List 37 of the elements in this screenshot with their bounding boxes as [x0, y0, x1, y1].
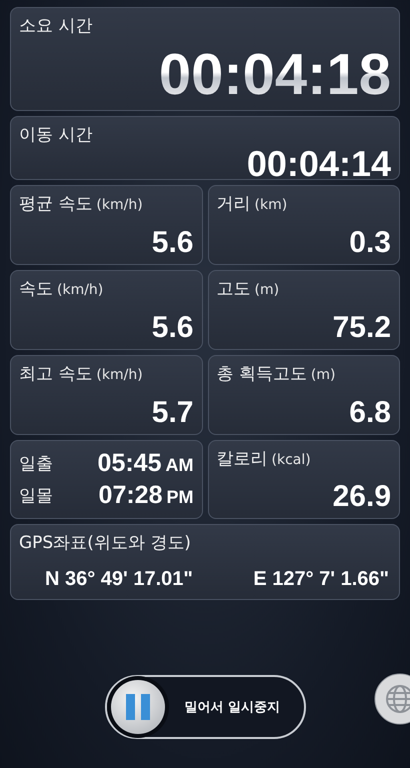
sun-label: 일출	[19, 452, 53, 475]
stat-value: 6.8	[348, 398, 391, 428]
stat-label: 이동 시간	[19, 124, 94, 146]
stat-label: 속도	[19, 278, 53, 300]
stat-label: 고도	[216, 278, 250, 300]
sun-time: 07:28	[98, 481, 162, 510]
stat-value: 5.7	[150, 398, 194, 428]
stat-label: 소요 시간	[19, 15, 94, 37]
stat-value: 5.6	[150, 228, 194, 258]
moving-time-value: 00:04:14	[246, 146, 391, 182]
am-pm-label: AM	[166, 454, 194, 476]
pause-slider[interactable]: 밀어서 일시중지	[104, 675, 306, 739]
unit-label: (m)	[254, 282, 280, 298]
unit-label: (km/h)	[96, 197, 143, 213]
unit-label: (kcal)	[272, 452, 311, 468]
stat-value: 0.3	[348, 228, 391, 258]
unit-label: (km/h)	[57, 282, 104, 298]
stat-label: 최고 속도	[19, 363, 92, 385]
slider-label: 밀어서 일시중지	[184, 699, 280, 716]
stat-label: 평균 속도	[19, 193, 92, 215]
longitude-value: E 127° 7' 1.66"	[253, 568, 389, 591]
gps-label: GPS좌표(위도와 경도)	[19, 532, 192, 554]
sun-time: 05:45	[98, 448, 162, 478]
stat-label: 총 획득고도	[216, 363, 307, 385]
stat-value: 26.9	[332, 482, 391, 512]
unit-label: (km/h)	[96, 367, 143, 383]
stat-value: 5.6	[150, 313, 194, 343]
globe-icon[interactable]	[374, 673, 410, 725]
sun-label: 일몰	[19, 485, 53, 508]
stat-label: 거리	[216, 193, 250, 215]
stat-value: 75.2	[332, 313, 391, 343]
latitude-value: N 36° 49' 17.01"	[45, 568, 193, 591]
unit-label: (m)	[310, 367, 336, 383]
unit-label: (km)	[254, 197, 288, 213]
pause-knob[interactable]	[110, 680, 164, 734]
am-pm-label: PM	[166, 487, 194, 508]
stat-label: 칼로리	[216, 448, 268, 470]
